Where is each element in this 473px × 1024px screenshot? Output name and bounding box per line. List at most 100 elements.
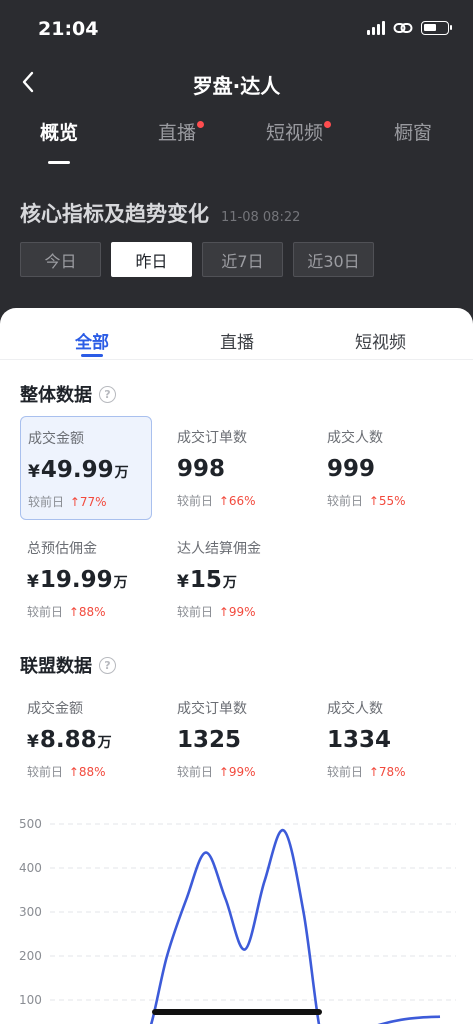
overall-data-title: 整体数据 ? <box>20 381 116 407</box>
active-tab-indicator <box>48 161 70 164</box>
metric-gmv[interactable]: 成交金额 ¥49.99万 较前日 ↑77% <box>20 416 152 520</box>
up-arrow-icon: ↑ <box>218 494 229 508</box>
metric-value: ¥19.99万 <box>27 567 128 593</box>
metric-alliance-buyers[interactable]: 成交人数 1334 较前日 ↑78% <box>320 687 452 791</box>
metric-compare: 较前日 ↑55% <box>327 492 406 509</box>
metric-buyers[interactable]: 成交人数 999 较前日 ↑55% <box>320 416 452 520</box>
value: 8.88 <box>39 727 97 753</box>
metric-value: 1334 <box>327 727 391 753</box>
currency: ¥ <box>27 732 39 752</box>
metric-value: ¥49.99万 <box>28 457 129 483</box>
compare-label: 较前日 <box>177 494 214 508</box>
compare-label: 较前日 <box>327 494 364 508</box>
y-tick-label: 400 <box>19 861 42 875</box>
metric-label: 成交金额 <box>27 701 83 717</box>
change: 55% <box>378 494 406 508</box>
metric-compare: 较前日 ↑88% <box>27 603 106 620</box>
date-tab-yesterday[interactable]: 昨日 <box>111 242 192 277</box>
tab-overview[interactable]: 概览 <box>40 118 78 145</box>
compare-label: 较前日 <box>28 495 65 509</box>
metric-compare: 较前日 ↑99% <box>177 603 256 620</box>
tab-showcase[interactable]: 橱窗 <box>394 118 432 145</box>
home-indicator <box>152 1009 322 1015</box>
change: 99% <box>228 765 256 779</box>
unit: 万 <box>114 465 129 481</box>
series-line <box>149 829 441 1024</box>
up-arrow-icon: ↑ <box>69 495 80 509</box>
change: 88% <box>78 765 106 779</box>
status-bar: 21:04 <box>0 0 473 60</box>
y-tick-label: 200 <box>19 949 42 963</box>
up-arrow-icon: ↑ <box>218 605 229 619</box>
section-header: 核心指标及趋势变化 11-08 08:22 <box>20 198 300 228</box>
change: 88% <box>78 605 106 619</box>
help-icon[interactable]: ? <box>99 656 116 674</box>
metric-label: 成交订单数 <box>177 430 247 446</box>
battery-icon <box>421 21 452 35</box>
date-tab-30days[interactable]: 近30日 <box>293 242 374 277</box>
tab-live[interactable]: 直播 <box>158 118 205 145</box>
unit: 万 <box>97 735 112 751</box>
subtab-short-video[interactable]: 短视频 <box>355 328 406 353</box>
metric-alliance-gmv[interactable]: 成交金额 ¥8.88万 较前日 ↑88% <box>20 687 152 791</box>
alliance-data-title: 联盟数据 ? <box>20 652 116 678</box>
section-title: 核心指标及趋势变化 <box>20 202 209 226</box>
y-tick-label: 500 <box>19 817 42 831</box>
y-tick-label: 100 <box>19 993 42 1007</box>
up-arrow-icon: ↑ <box>68 765 79 779</box>
tab-label: 概览 <box>40 122 79 144</box>
value: 15 <box>189 567 222 593</box>
y-tick-label: 300 <box>19 905 42 919</box>
value: 999 <box>327 456 376 482</box>
metric-compare: 较前日 ↑99% <box>177 763 256 780</box>
trend-line-chart[interactable]: 100 200 300 400 500 <box>0 798 473 1024</box>
metric-orders[interactable]: 成交订单数 998 较前日 ↑66% <box>170 416 302 520</box>
compare-label: 较前日 <box>27 605 64 619</box>
value: 1334 <box>327 727 392 753</box>
metric-label: 成交人数 <box>327 430 383 446</box>
up-arrow-icon: ↑ <box>68 605 79 619</box>
metric-est-commission[interactable]: 总预估佣金 ¥19.99万 较前日 ↑88% <box>20 527 152 631</box>
up-arrow-icon: ↑ <box>368 765 379 779</box>
metric-label: 成交订单数 <box>177 701 247 717</box>
data-card: 全部 直播 短视频 整体数据 ? 成交金额 ¥49.99万 较前日 ↑77% 成… <box>0 308 473 1024</box>
change: 99% <box>228 605 256 619</box>
subtab-all[interactable]: 全部 <box>75 328 109 353</box>
subtab-indicator <box>81 354 103 357</box>
status-icons <box>367 21 452 35</box>
compare-label: 较前日 <box>327 765 364 779</box>
date-tab-today[interactable]: 今日 <box>20 242 101 277</box>
metric-label: 成交金额 <box>28 431 84 447</box>
metric-compare: 较前日 ↑88% <box>27 763 106 780</box>
compare-label: 较前日 <box>177 605 214 619</box>
status-time: 21:04 <box>38 18 99 40</box>
metric-settled-commission[interactable]: 达人结算佣金 ¥15万 较前日 ↑99% <box>170 527 302 631</box>
compare-label: 较前日 <box>27 765 64 779</box>
currency: ¥ <box>27 572 39 592</box>
value: 998 <box>177 456 226 482</box>
help-icon[interactable]: ? <box>99 385 116 403</box>
metric-alliance-orders[interactable]: 成交订单数 1325 较前日 ↑99% <box>170 687 302 791</box>
metric-label: 成交人数 <box>327 701 383 717</box>
link-icon <box>393 23 413 33</box>
currency: ¥ <box>177 572 189 592</box>
unit: 万 <box>113 575 128 591</box>
currency: ¥ <box>28 462 40 482</box>
metric-compare: 较前日 ↑77% <box>28 493 107 510</box>
subtab-live[interactable]: 直播 <box>220 328 254 353</box>
tab-label: 直播 <box>158 122 197 144</box>
tab-short-video[interactable]: 短视频 <box>266 118 332 145</box>
tab-label: 短视频 <box>266 122 324 144</box>
tab-label: 橱窗 <box>394 122 433 144</box>
compare-label: 较前日 <box>177 765 214 779</box>
top-tabs: 概览 直播 短视频 橱窗 <box>0 118 473 168</box>
metric-label: 达人结算佣金 <box>177 541 261 557</box>
update-time: 11-08 08:22 <box>221 210 301 225</box>
metric-compare: 较前日 ↑78% <box>327 763 406 780</box>
change: 78% <box>378 765 406 779</box>
notification-dot <box>324 121 332 128</box>
metric-value: ¥15万 <box>177 567 237 593</box>
date-tab-7days[interactable]: 近7日 <box>202 242 283 277</box>
up-arrow-icon: ↑ <box>368 494 379 508</box>
signal-icon <box>367 21 385 35</box>
